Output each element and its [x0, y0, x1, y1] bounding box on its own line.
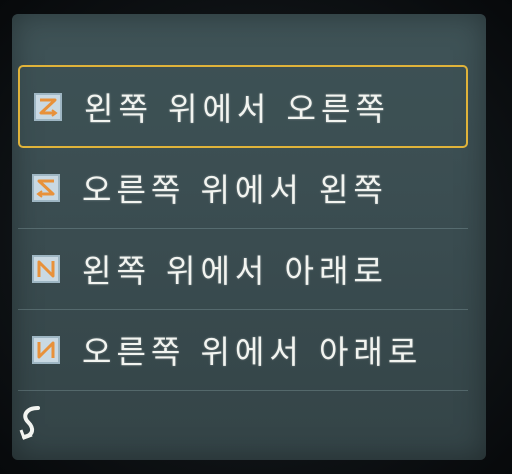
s-order-icon	[32, 174, 60, 202]
back-arrow-icon[interactable]	[18, 402, 44, 451]
page-order-menu: 왼쪽 위에서 오른쪽 오른쪽 위에서 왼쪽 왼쪽 위에서 아래로 오른쪽 위에서…	[18, 65, 468, 391]
reverse-n-order-icon	[32, 255, 60, 283]
menu-item-left-top-to-right[interactable]: 왼쪽 위에서 오른쪽	[18, 65, 468, 148]
lcd-screen: 왼쪽 위에서 오른쪽 오른쪽 위에서 왼쪽 왼쪽 위에서 아래로 오른쪽 위에서…	[12, 14, 486, 460]
menu-item-label: 왼쪽 위에서 오른쪽	[84, 89, 390, 128]
menu-item-label: 오른쪽 위에서 아래로	[82, 333, 423, 371]
z-order-icon	[34, 92, 62, 121]
menu-item-right-top-down[interactable]: 오른쪽 위에서 아래로	[18, 310, 468, 391]
menu-item-label: 왼쪽 위에서 아래로	[82, 252, 388, 290]
menu-item-left-top-down[interactable]: 왼쪽 위에서 아래로	[18, 229, 468, 310]
menu-item-label: 오른쪽 위에서 왼쪽	[82, 171, 388, 209]
menu-item-right-top-to-left[interactable]: 오른쪽 위에서 왼쪽	[18, 148, 468, 229]
n-order-icon	[32, 336, 60, 364]
